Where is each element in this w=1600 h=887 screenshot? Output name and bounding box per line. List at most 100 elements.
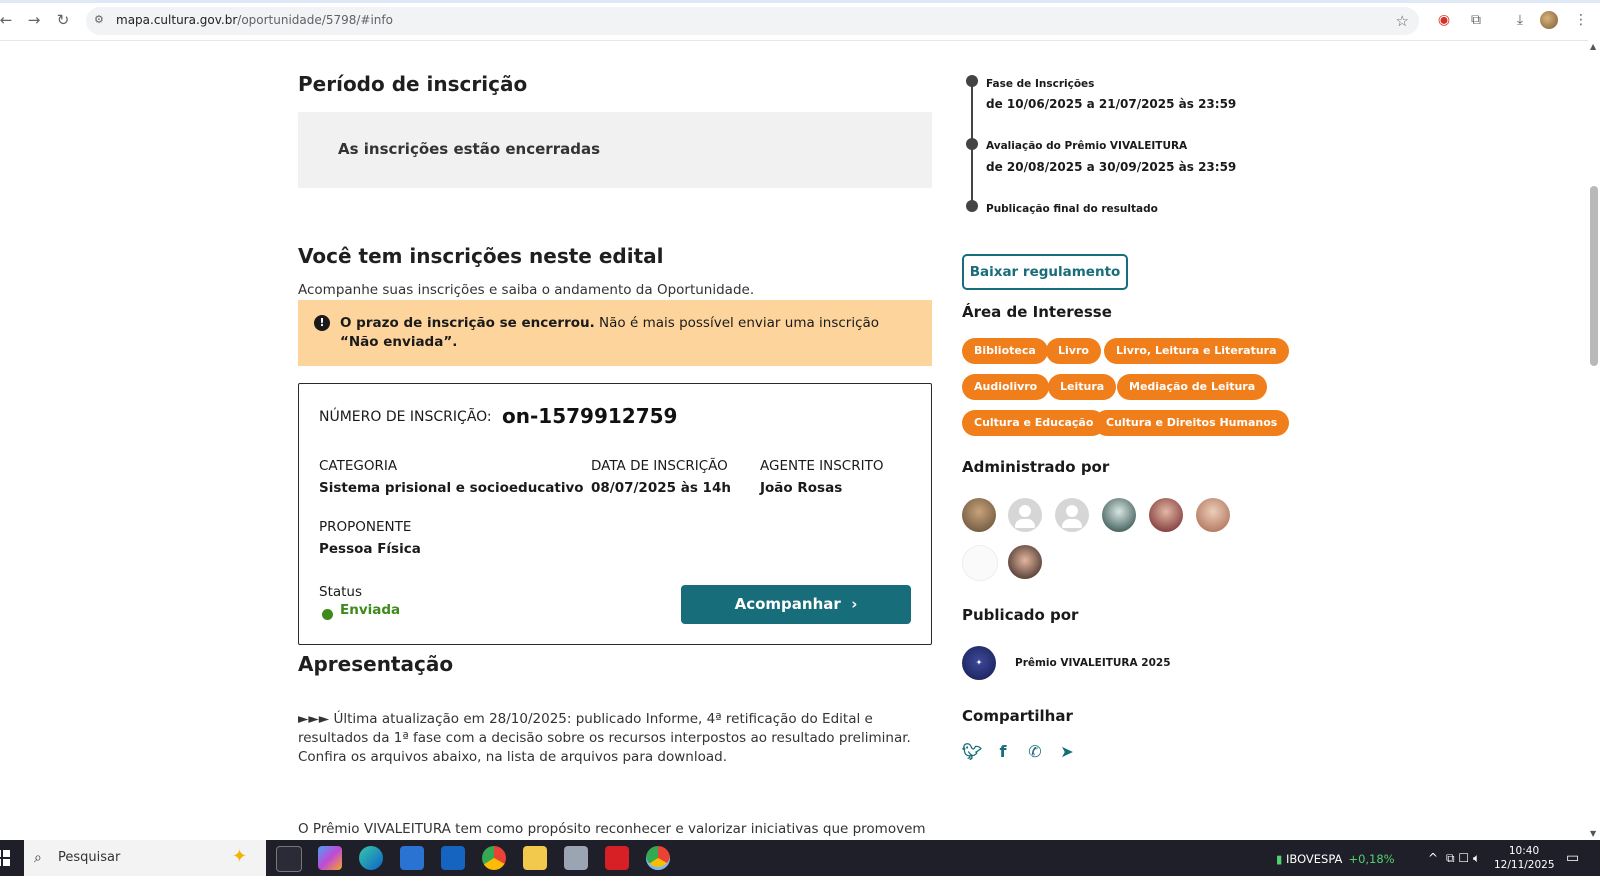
tray-chevron-icon[interactable]: ^ — [1428, 851, 1438, 887]
windows-taskbar: ⌕ Pesquisar ✦ ▮ IBOVESPA +0,18% ^ ⧉ ☐ 🔈︎ … — [0, 840, 1600, 876]
download-icon[interactable]: ⤓ — [1510, 10, 1530, 30]
clock-date: 12/11/2025 — [1494, 859, 1555, 871]
apresentacao-title: Apresentação — [298, 652, 454, 676]
timeline-title: Publicação final do resultado — [986, 203, 1158, 215]
admin-avatar[interactable] — [1196, 498, 1230, 532]
whatsapp-icon[interactable]: ✆ — [1025, 742, 1045, 762]
administrado-title: Administrado por — [962, 458, 1110, 476]
deadline-alert: ! O prazo de inscrição se encerrou. Não … — [298, 300, 932, 366]
publisher-logo[interactable]: ✦ — [962, 646, 996, 680]
registration-number-label: NÚMERO DE INSCRIÇÃO: — [319, 409, 492, 425]
taskbar-search[interactable]: ⌕ Pesquisar ✦ — [24, 840, 266, 876]
categoria-label: CATEGORIA — [319, 458, 398, 474]
tag-biblioteca[interactable]: Biblioteca — [962, 338, 1048, 364]
address-bar[interactable]: ⚙ mapa.cultura.gov.br/oportunidade/5798/… — [86, 7, 1419, 35]
telegram-icon[interactable]: ➤ — [1057, 742, 1077, 762]
copilot-sparkle-icon: ✦ — [232, 846, 248, 867]
notification-icon[interactable]: ▭ — [1566, 850, 1579, 886]
timeline-dot — [966, 75, 978, 87]
acrobat-app-icon[interactable] — [605, 846, 629, 870]
status-label: Status — [319, 584, 363, 600]
tray-icons[interactable]: ⧉ ☐ 🔈︎ — [1446, 851, 1480, 887]
admin-avatar[interactable] — [1008, 545, 1042, 579]
tag-audiolivro[interactable]: Audiolivro — [962, 374, 1050, 400]
categoria-value: Sistema prisional e socioeducativo — [319, 480, 584, 496]
extensions-icon[interactable]: ⧉ — [1466, 10, 1486, 30]
scroll-up-icon[interactable]: ▲ — [1590, 42, 1596, 51]
apresentacao-paragraph: ►►► Última atualização em 28/10/2025: pu… — [298, 711, 911, 765]
agente-value: João Rosas — [760, 480, 843, 496]
tag-livro-leitura-literatura[interactable]: Livro, Leitura e Literatura — [1104, 338, 1289, 364]
url-text[interactable]: mapa.cultura.gov.br/oportunidade/5798/#i… — [116, 13, 393, 27]
proponente-label: PROPONENTE — [319, 519, 412, 535]
back-icon[interactable]: ← — [0, 10, 16, 30]
app-icon[interactable] — [564, 846, 588, 870]
site-info-icon[interactable]: ⚙ — [94, 13, 108, 27]
tab-strip — [0, 0, 1600, 3]
stock-chart-icon: ▮ — [1276, 852, 1283, 866]
record-icon[interactable]: ◉ — [1434, 10, 1454, 30]
timeline-dot — [966, 138, 978, 150]
status-dot — [322, 609, 333, 620]
acompanhar-button[interactable]: Acompanhar › — [681, 585, 911, 624]
compartilhar-title: Compartilhar — [962, 707, 1073, 725]
windows-start-icon[interactable] — [0, 850, 10, 866]
profile-avatar[interactable] — [1540, 11, 1558, 29]
registration-card: NÚMERO DE INSCRIÇÃO: on-1579912759 CATEG… — [298, 383, 932, 645]
tag-leitura[interactable]: Leitura — [1048, 374, 1117, 400]
tag-cultura-direitos-humanos[interactable]: Cultura e Direitos Humanos — [1094, 410, 1290, 436]
chrome-app-icon[interactable] — [482, 846, 506, 870]
timeline-date: de 10/06/2025 a 21/07/2025 às 23:59 — [986, 97, 1237, 111]
twitter-icon[interactable]: 🐦︎ — [962, 742, 982, 762]
timeline-date: de 20/08/2025 a 30/09/2025 às 23:59 — [986, 160, 1237, 174]
forward-icon[interactable]: → — [24, 10, 44, 30]
page-scrollbar[interactable]: ▲ ▼ — [1588, 40, 1600, 840]
store-app-icon[interactable] — [400, 846, 424, 870]
admin-avatar[interactable] — [962, 545, 998, 581]
publisher-name[interactable]: Prêmio VIVALEITURA 2025 — [1015, 657, 1171, 669]
timeline-title: Avaliação do Prêmio VIVALEITURA — [986, 140, 1188, 152]
alert-icon: ! — [314, 315, 330, 331]
chrome-active-app-icon[interactable] — [646, 846, 670, 870]
copilot-app-icon[interactable] — [318, 846, 342, 870]
data-inscricao-value: 08/07/2025 às 14h — [591, 480, 731, 496]
data-inscricao-label: DATA DE INSCRIÇÃO — [591, 458, 728, 474]
periodo-title: Período de inscrição — [298, 72, 528, 96]
admin-avatar[interactable] — [1102, 498, 1136, 532]
facebook-icon[interactable]: f — [993, 742, 1013, 762]
chevron-right-icon: › — [851, 595, 858, 613]
stock-change: +0,18% — [1348, 852, 1395, 866]
system-clock[interactable]: 10:40 12/11/2025 — [1494, 844, 1555, 872]
status-value: Enviada — [340, 602, 401, 618]
menu-icon[interactable]: ⋮ — [1571, 10, 1591, 30]
outlook-app-icon[interactable] — [441, 846, 465, 870]
admin-avatar[interactable] — [1008, 498, 1042, 532]
closed-text: As inscrições estão encerradas — [338, 140, 601, 158]
inscricoes-title: Você tem inscrições neste edital — [298, 244, 664, 268]
scrollbar-thumb[interactable] — [1590, 186, 1598, 366]
clock-time: 10:40 — [1508, 845, 1540, 857]
stock-widget[interactable]: ▮ IBOVESPA +0,18% — [1276, 852, 1395, 866]
scroll-down-icon[interactable]: ▼ — [1590, 829, 1596, 838]
admin-avatar[interactable] — [1149, 498, 1183, 532]
file-explorer-icon[interactable] — [523, 846, 547, 870]
reload-icon[interactable]: ↻ — [53, 10, 73, 30]
task-view-icon[interactable] — [276, 846, 302, 872]
bookmark-star-icon[interactable]: ☆ — [1396, 12, 1409, 30]
timeline-title: Fase de Inscrições — [986, 78, 1095, 90]
registration-number: on-1579912759 — [502, 404, 678, 428]
tag-cultura-educacao[interactable]: Cultura e Educação — [962, 410, 1106, 436]
publicado-title: Publicado por — [962, 606, 1079, 624]
tag-livro[interactable]: Livro — [1046, 338, 1101, 364]
baixar-regulamento-button[interactable]: Baixar regulamento — [962, 254, 1128, 290]
search-icon: ⌕ — [34, 850, 42, 866]
admin-avatar[interactable] — [962, 498, 996, 532]
browser-toolbar: ← → ↻ ⚙ mapa.cultura.gov.br/oportunidade… — [0, 0, 1600, 41]
stock-label: IBOVESPA — [1286, 852, 1343, 866]
admin-avatar[interactable] — [1055, 498, 1089, 532]
proponente-value: Pessoa Física — [319, 541, 421, 557]
timeline-dot — [966, 200, 978, 212]
tag-mediacao-leitura[interactable]: Mediação de Leitura — [1117, 374, 1268, 400]
search-placeholder: Pesquisar — [58, 850, 121, 865]
edge-app-icon[interactable] — [359, 846, 383, 870]
